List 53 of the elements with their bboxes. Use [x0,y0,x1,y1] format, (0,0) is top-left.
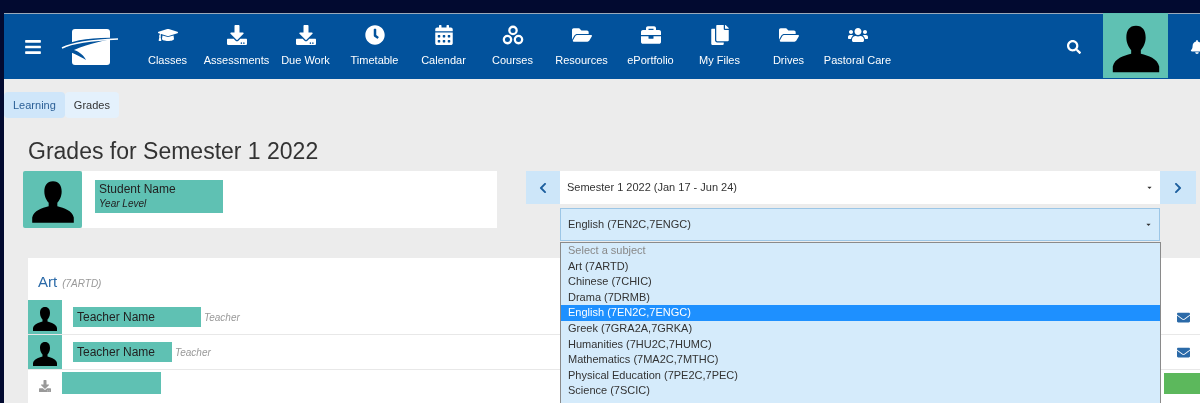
teacher-role: Teacher [175,345,211,360]
dropdown-option[interactable]: Science (7SCIC) [561,383,1160,399]
nav-item[interactable]: Calendar [409,24,478,69]
dropdown-option[interactable]: Drama (7DRMB) [561,289,1160,306]
profile-avatar[interactable] [1103,13,1168,78]
caret-icon [1145,221,1152,228]
email-icon[interactable] [1177,310,1190,324]
previous-button[interactable] [526,171,560,204]
dropdown-option[interactable]: Chinese (7CHIC) [561,274,1160,290]
dropdown-option[interactable]: Humanities (7HU2C,7HUMC) [561,336,1160,353]
nav-item[interactable]: Pastoral Care [823,24,892,69]
briefcase-icon [640,25,661,46]
download-icon [295,25,316,46]
subject-title: Art [38,272,58,292]
dropdown-option[interactable]: Mathematics (7MA2C,7MTHC) [561,352,1160,368]
search-icon[interactable] [1067,39,1081,54]
dropdown-prompt-option: Select a subject [561,243,1160,259]
nav-item[interactable]: Resources [547,24,616,69]
dropdown-option[interactable]: Greek (7GRA2A,7GRKA) [561,320,1160,337]
nav-item[interactable]: Classes [133,24,202,69]
caret-icon [1146,184,1153,191]
teacher-name: Teacher Name [73,342,172,362]
student-name: Student Name [99,182,177,197]
breadcrumb-link[interactable]: Grades [64,92,119,118]
chevron-left-icon [537,181,549,194]
next-button[interactable] [1160,171,1196,204]
dropdown-option[interactable]: Art (7ARTD) [561,258,1160,275]
semester-select[interactable]: Semester 1 2022 (Jan 17 - Jun 24) [560,171,1160,204]
subject-code: (7ARTD) [62,277,102,291]
email-icon[interactable] [1177,345,1190,359]
files-icon [709,25,730,46]
calendar-icon [433,25,454,46]
nav-item[interactable]: Drives [754,24,823,69]
nav-item[interactable]: Assessments [202,24,271,69]
menu-icon[interactable] [24,37,42,56]
page-title: Grades for Semester 1 2022 [28,137,320,166]
nav-item[interactable]: Due Work [271,24,340,69]
download-icon [226,25,247,46]
nav-item[interactable]: My Files [685,24,754,69]
nav-item[interactable]: Courses [478,24,547,69]
download-icon [39,380,51,392]
dropdown-option[interactable]: Physical Education (7PE2C,7PEC) [561,367,1160,384]
teacher-role: Teacher [204,310,240,325]
breadcrumb-link[interactable]: Learning [4,92,65,118]
subject-select[interactable]: English (7EN2C,7ENGC) [560,208,1160,241]
clock-icon [364,25,385,46]
teacher-name: Teacher Name [73,307,201,327]
bell-icon[interactable] [1190,39,1200,54]
nav-item[interactable]: ePortfolio [616,24,685,69]
year-level: Year Level [99,197,148,210]
nav-item[interactable]: Timetable [340,24,409,69]
chevron-right-icon [1172,181,1184,194]
nodes-icon [501,24,524,47]
